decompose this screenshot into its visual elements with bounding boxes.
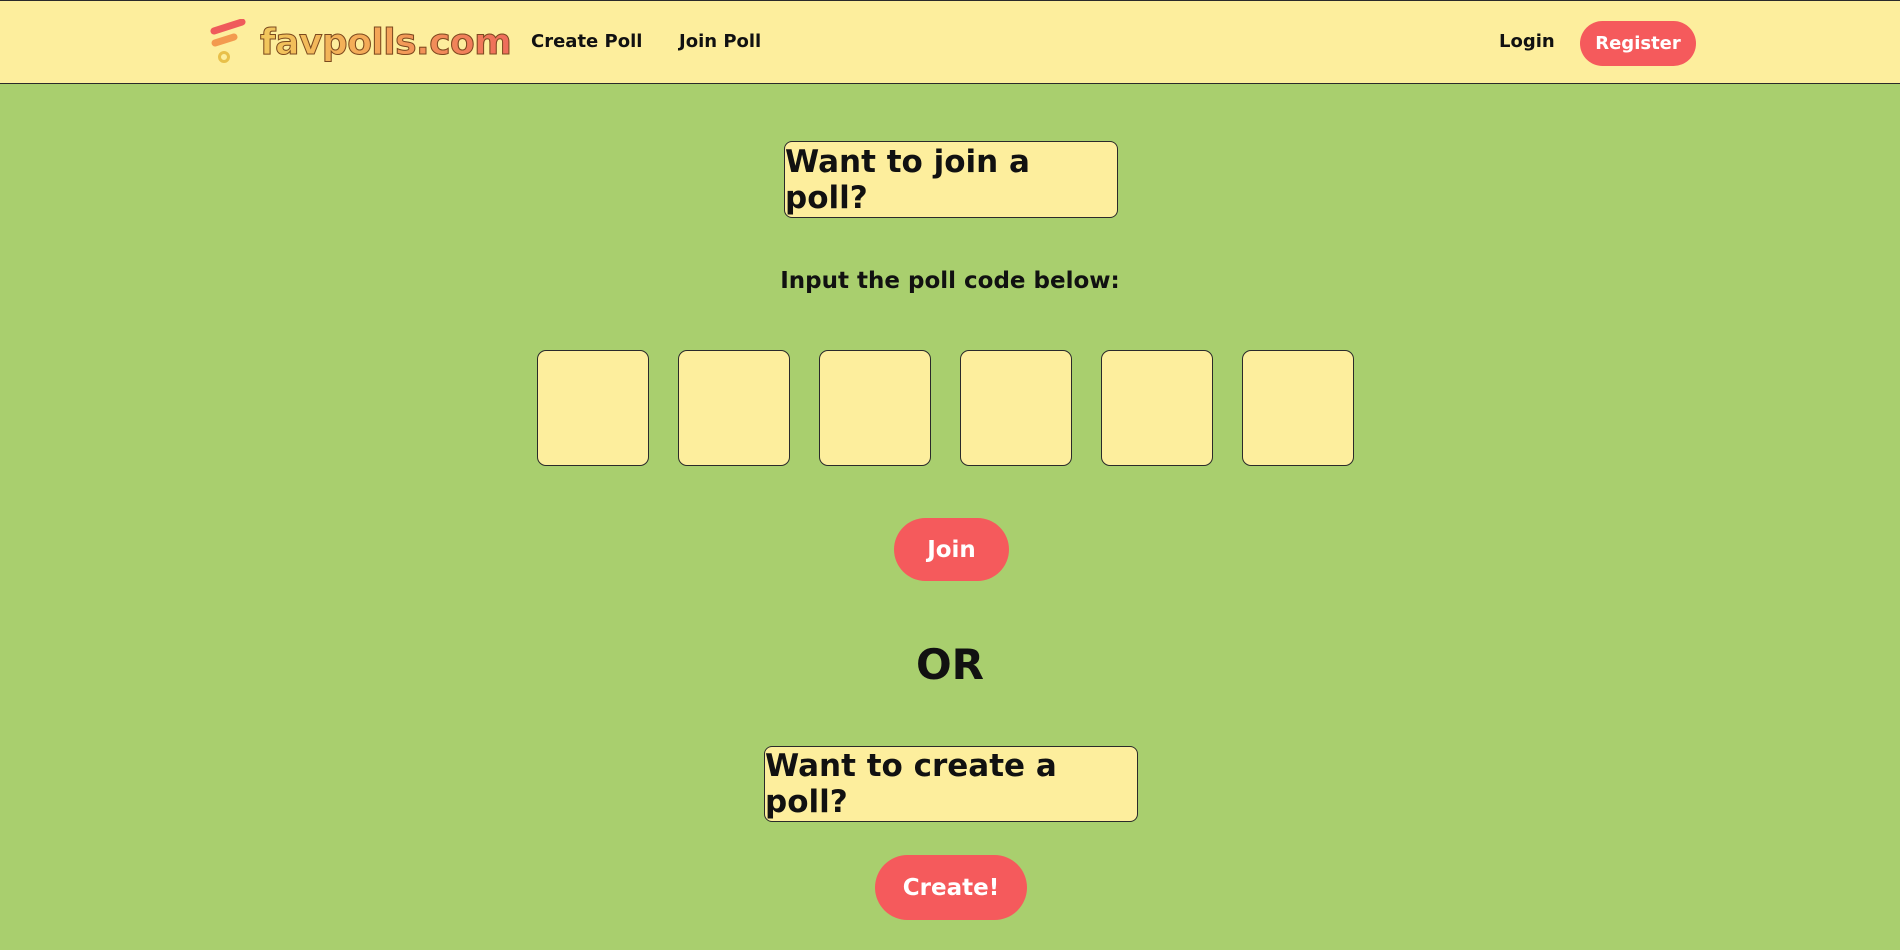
- poll-code-digit-input[interactable]: [1242, 350, 1354, 466]
- poll-code-digit-input[interactable]: [1101, 350, 1213, 466]
- create-button[interactable]: Create!: [875, 855, 1027, 920]
- create-poll-heading-card: Want to create a poll?: [764, 746, 1138, 822]
- register-button[interactable]: Register: [1580, 21, 1696, 66]
- join-button[interactable]: Join: [894, 518, 1009, 581]
- nav-join-poll-link[interactable]: Join Poll: [679, 31, 761, 52]
- poll-code-digit-input[interactable]: [537, 350, 649, 466]
- nav-create-poll-link[interactable]: Create Poll: [531, 31, 642, 52]
- logo-icon: [210, 19, 246, 63]
- or-separator: OR: [915, 640, 985, 689]
- poll-code-digit-input[interactable]: [960, 350, 1072, 466]
- nav-login-link[interactable]: Login: [1499, 31, 1555, 52]
- join-poll-heading: Want to join a poll?: [785, 143, 1030, 216]
- logo-text: favpolls.com: [259, 21, 512, 63]
- top-navbar: favpolls.com Create Poll Join Poll Login…: [0, 0, 1900, 84]
- poll-code-digit-input[interactable]: [678, 350, 790, 466]
- site-logo[interactable]: favpolls.com: [210, 19, 512, 65]
- join-poll-heading-card: Want to join a poll?: [784, 141, 1118, 218]
- poll-code-instruction: Input the poll code below:: [780, 268, 1120, 294]
- create-poll-heading: Want to create a poll?: [765, 748, 1057, 820]
- poll-code-digit-input[interactable]: [819, 350, 931, 466]
